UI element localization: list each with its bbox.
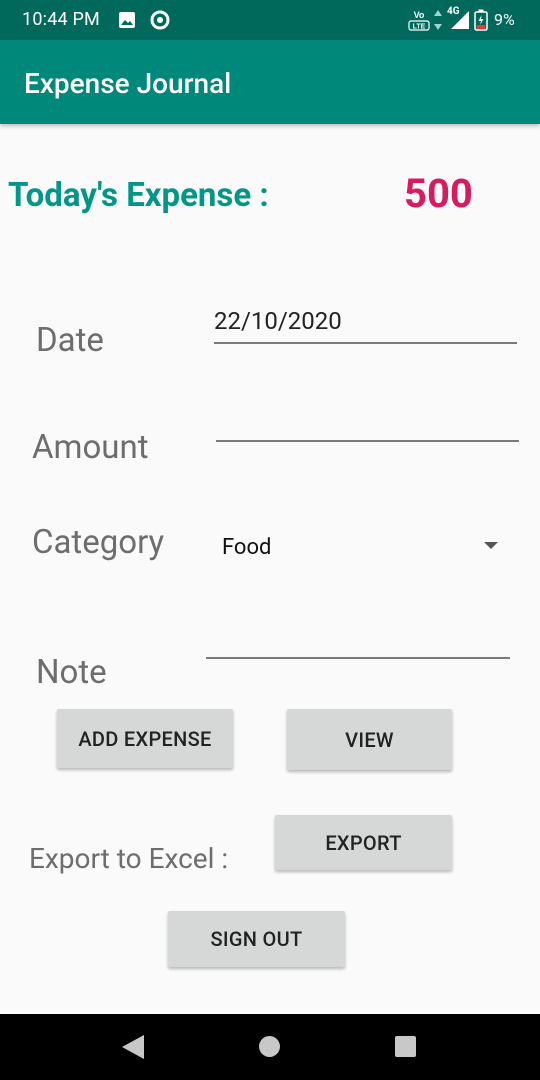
note-label: Note	[36, 653, 107, 692]
dropdown-arrow-icon	[484, 542, 498, 549]
svg-text:LTE: LTE	[413, 24, 426, 31]
gallery-icon	[119, 12, 135, 28]
amount-label: Amount	[32, 428, 149, 467]
signal-icon	[451, 11, 469, 29]
category-selected-value: Food	[222, 535, 272, 560]
sign-out-button[interactable]: SIGN OUT	[168, 911, 345, 967]
export-to-excel-label: Export to Excel :	[29, 842, 229, 875]
status-time: 10:44 PM	[22, 9, 100, 30]
todays-expense-label: Today's Expense :	[8, 176, 269, 215]
dnd-icon	[150, 10, 170, 30]
date-input[interactable]	[214, 306, 517, 344]
data-arrows-icon	[434, 10, 442, 30]
recents-icon[interactable]	[395, 1036, 416, 1057]
export-button[interactable]: EXPORT	[275, 815, 452, 870]
app-bar: Expense Journal	[0, 40, 540, 124]
category-label: Category	[32, 523, 165, 562]
date-label: Date	[36, 321, 104, 360]
amount-input[interactable]	[216, 403, 519, 442]
add-expense-button[interactable]: ADD EXPENSE	[57, 709, 233, 768]
home-icon[interactable]	[259, 1036, 280, 1057]
todays-expense-value: 500	[404, 170, 473, 217]
battery-icon	[474, 9, 488, 31]
volte-icon: Vo LTE	[408, 10, 430, 31]
status-bar: 10:44 PM Vo LTE 4G 9%	[0, 0, 540, 40]
view-button[interactable]: VIEW	[287, 709, 452, 770]
svg-text:Vo: Vo	[414, 10, 425, 20]
battery-percent: 9%	[494, 10, 515, 29]
note-input[interactable]	[206, 620, 510, 659]
category-dropdown[interactable]: Food	[210, 526, 510, 568]
back-icon[interactable]	[122, 1035, 144, 1059]
app-title: Expense Journal	[24, 67, 232, 100]
